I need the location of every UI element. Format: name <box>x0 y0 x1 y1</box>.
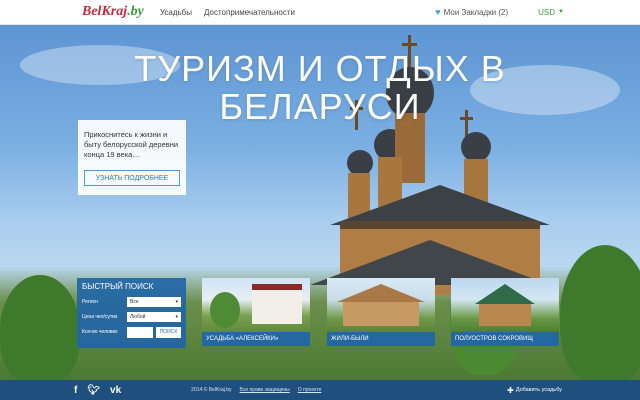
promo-text: Прикоснитесь к жизни и быту белорусской … <box>84 130 179 159</box>
estate-card[interactable]: ЖИЛИ-БЫЛИ <box>327 278 435 346</box>
search-button[interactable]: ПОИСК <box>156 326 181 338</box>
nav-link-attractions[interactable]: Достопримечательности <box>204 8 295 17</box>
hero-headline: ТУРИЗМ И ОТДЫХ В БЕЛАРУСИ <box>130 50 510 126</box>
card-title: УСАДЬБА «АЛЕКСЕЙКИ» <box>202 332 310 346</box>
people-label: Кол-во человек <box>82 329 118 335</box>
headline-line-2: БЕЛАРУСИ <box>219 86 421 127</box>
tree <box>0 275 80 380</box>
headline-line-1: ТУРИЗМ И ОТДЫХ В <box>134 48 506 89</box>
rights-link[interactable]: Все права защищены <box>240 387 290 393</box>
footer: f 🐦︎ vk 2014 © BelKraj.by Все права защи… <box>0 380 640 400</box>
facebook-icon[interactable]: f <box>74 385 77 396</box>
estate-photo <box>451 278 559 332</box>
site-logo[interactable]: BelKraj.by <box>82 4 144 20</box>
roof-shape <box>475 284 535 304</box>
nav-link-estates[interactable]: Усадьбы <box>160 8 192 17</box>
quick-search-title: БЫСТРЫЙ ПОИСК <box>82 282 154 291</box>
bookmarks-label: Мои Закладки (2) <box>443 7 509 17</box>
social-links: f 🐦︎ vk <box>74 385 131 396</box>
currency-value: USD <box>538 7 556 17</box>
region-label: Регион <box>82 299 99 305</box>
tree <box>560 245 640 380</box>
house-shape <box>252 284 302 324</box>
price-label: Цена чел/сутки <box>82 314 118 320</box>
caret-down-icon: ▼ <box>558 9 564 15</box>
region-value: Все <box>130 299 139 305</box>
card-title: ПОЛУОСТРОВ СОКРОВИЩ <box>451 332 559 346</box>
top-navigation-bar: BelKraj.by Усадьбы Достопримечательности… <box>0 0 640 25</box>
heart-icon: ♥ <box>435 7 441 17</box>
currency-dropdown[interactable]: USD ▼ <box>538 8 564 17</box>
card-title: ЖИЛИ-БЫЛИ <box>327 332 435 346</box>
estate-photo <box>327 278 435 332</box>
estate-photo <box>202 278 310 332</box>
promo-box: Прикоснитесь к жизни и быту белорусской … <box>78 120 186 195</box>
gazebo-shape <box>343 302 419 326</box>
vk-icon[interactable]: vk <box>110 385 121 396</box>
price-select[interactable]: Любой ▾ <box>127 312 181 322</box>
learn-more-button[interactable]: УЗНАТЬ ПОДРОБНЕЕ <box>84 170 180 186</box>
quick-search-panel: БЫСТРЫЙ ПОИСК Регион Все ▾ Цена чел/сутк… <box>77 278 186 348</box>
region-row: Регион Все ▾ <box>82 296 181 308</box>
caret-down-icon: ▾ <box>175 314 178 320</box>
about-link[interactable]: О проекте <box>298 387 322 393</box>
estate-card[interactable]: ПОЛУОСТРОВ СОКРОВИЩ <box>451 278 559 346</box>
region-select[interactable]: Все ▾ <box>127 297 181 307</box>
cottage-shape <box>479 304 531 326</box>
price-row: Цена чел/сутки Любой ▾ <box>82 311 181 323</box>
add-estate-link[interactable]: ✚ Добавить усадьбу <box>507 386 562 395</box>
caret-down-icon: ▾ <box>175 299 178 305</box>
price-value: Любой <box>130 314 146 320</box>
roof-shape <box>337 284 425 302</box>
twitter-icon[interactable]: 🐦︎ <box>87 385 100 396</box>
user-nav: ♥ Мои Закладки (2) USD ▼ <box>435 7 564 17</box>
estate-card[interactable]: УСАДЬБА «АЛЕКСЕЙКИ» <box>202 278 310 346</box>
people-row: Кол-во человек ПОИСК <box>82 326 181 338</box>
plus-icon: ✚ <box>507 385 514 395</box>
add-estate-label: Добавить усадьбу <box>515 387 562 393</box>
people-input[interactable] <box>127 326 153 338</box>
tree-shape <box>210 292 240 328</box>
copyright-text: 2014 © BelKraj.by <box>191 387 232 393</box>
bookmarks-link[interactable]: ♥ Мои Закладки (2) <box>435 7 508 17</box>
main-nav: Усадьбы Достопримечательности <box>160 8 307 17</box>
footer-meta: 2014 © BelKraj.by Все права защищены О п… <box>191 387 329 393</box>
